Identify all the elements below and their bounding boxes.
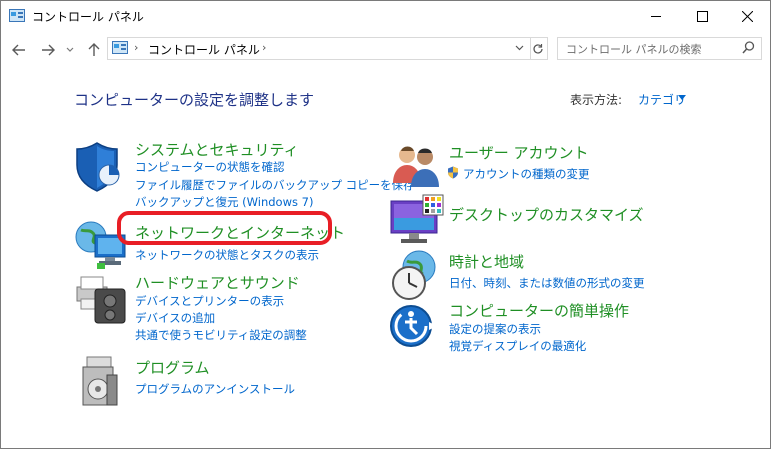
control-panel-icon <box>112 41 128 54</box>
category-title-programs[interactable]: プログラム <box>135 357 210 378</box>
link-backup-restore[interactable]: バックアップと復元 (Windows 7) <box>135 194 313 210</box>
link-check-status[interactable]: コンピューターの状態を確認 <box>135 159 285 175</box>
category-title-clock[interactable]: 時計と地域 <box>449 251 524 272</box>
link-devices-printers[interactable]: デバイスとプリンターの表示 <box>135 293 284 309</box>
breadcrumb-control-panel[interactable]: コントロール パネル <box>148 41 260 58</box>
page-title: コンピューターの設定を調整します <box>74 91 315 109</box>
search-input[interactable]: コントロール パネルの検索 <box>566 41 702 57</box>
address-bar[interactable]: › コントロール パネル › <box>107 37 531 60</box>
uac-shield-icon <box>448 166 458 179</box>
category-title-security[interactable]: システムとセキュリティ <box>135 139 299 160</box>
control-panel-window: コントロール パネル › コントロール パネル › コントロール パネルの検索 … <box>0 0 771 449</box>
ease-of-access-icon[interactable] <box>389 300 445 356</box>
category-title-users[interactable]: ユーザー アカウント <box>449 142 588 163</box>
clock-globe-icon[interactable] <box>389 247 445 303</box>
breadcrumb-separator[interactable]: › <box>134 41 138 54</box>
recent-locations-button[interactable] <box>64 41 76 59</box>
link-date-time-format[interactable]: 日付、時刻、または数値の形式の変更 <box>449 275 645 291</box>
link-mobility-settings[interactable]: 共通で使うモビリティ設定の調整 <box>135 327 307 343</box>
programs-icon[interactable] <box>73 353 129 409</box>
up-button[interactable] <box>85 41 103 59</box>
view-by-label: 表示方法: <box>570 93 623 107</box>
chevron-down-icon <box>66 47 74 52</box>
category-title-ease[interactable]: コンピューターの簡単操作 <box>449 300 629 321</box>
minimize-button[interactable] <box>633 1 679 32</box>
users-icon[interactable] <box>389 139 445 195</box>
red-highlight-annotation <box>117 211 332 245</box>
maximize-icon <box>696 11 708 22</box>
minimize-icon <box>650 16 661 17</box>
forward-button[interactable] <box>39 41 57 59</box>
forward-arrow-icon <box>42 44 55 56</box>
category-title-desktop[interactable]: デスクトップのカスタマイズ <box>449 204 644 225</box>
search-box[interactable]: コントロール パネルの検索 <box>557 37 762 60</box>
breadcrumb-separator[interactable]: › <box>262 41 266 54</box>
control-panel-icon <box>9 9 25 22</box>
up-arrow-icon <box>88 43 100 56</box>
link-add-device[interactable]: デバイスの追加 <box>135 310 215 326</box>
back-arrow-icon <box>12 44 25 56</box>
close-icon <box>741 11 753 22</box>
title-bar[interactable]: コントロール パネル <box>1 1 770 32</box>
refresh-button[interactable] <box>528 37 548 60</box>
category-title-hardware[interactable]: ハードウェアとサウンド <box>135 272 300 293</box>
link-change-account-type[interactable]: アカウントの種類の変更 <box>463 166 590 182</box>
refresh-icon <box>532 43 543 54</box>
printer-icon[interactable] <box>73 271 129 327</box>
chevron-down-icon[interactable] <box>678 95 686 100</box>
search-icon[interactable] <box>742 41 755 54</box>
back-button[interactable] <box>10 41 28 59</box>
close-button[interactable] <box>724 1 770 32</box>
link-network-status[interactable]: ネットワークの状態とタスクの表示 <box>135 247 319 263</box>
shield-icon[interactable] <box>73 139 129 195</box>
link-uninstall-program[interactable]: プログラムのアンインストール <box>135 381 295 397</box>
window-title: コントロール パネル <box>32 10 144 24</box>
maximize-button[interactable] <box>679 1 725 32</box>
link-suggested-settings[interactable]: 設定の提案の表示 <box>449 321 541 337</box>
link-file-history[interactable]: ファイル履歴でファイルのバックアップ コピーを保存 <box>135 177 415 193</box>
address-dropdown-icon[interactable] <box>515 45 524 51</box>
desktop-icon[interactable] <box>389 193 445 249</box>
link-optimize-display[interactable]: 視覚ディスプレイの最適化 <box>449 338 586 354</box>
